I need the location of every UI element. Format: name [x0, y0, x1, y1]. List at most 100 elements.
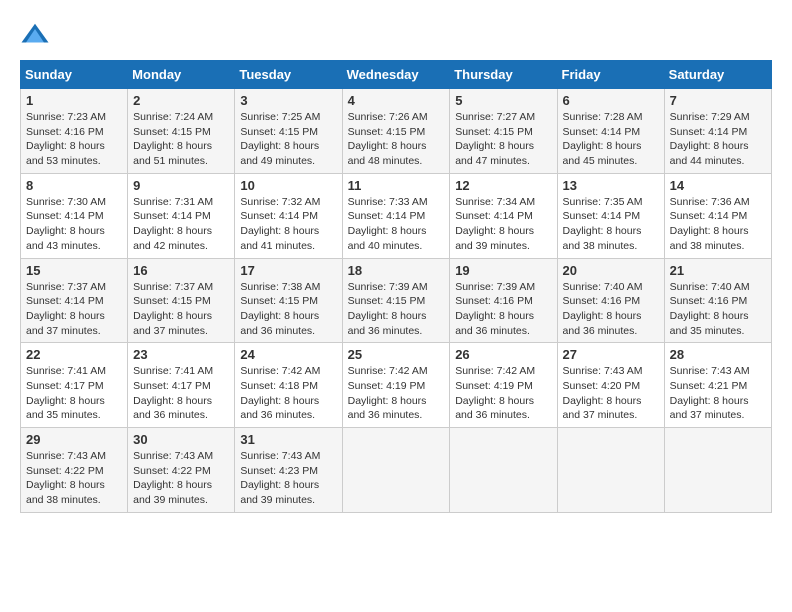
day-detail: Sunrise: 7:41 AMSunset: 4:17 PMDaylight:… — [26, 365, 106, 421]
calendar-cell: 8 Sunrise: 7:30 AMSunset: 4:14 PMDayligh… — [21, 173, 128, 258]
day-detail: Sunrise: 7:42 AMSunset: 4:19 PMDaylight:… — [455, 365, 535, 421]
weekday-header-sunday: Sunday — [21, 61, 128, 89]
calendar-cell: 16 Sunrise: 7:37 AMSunset: 4:15 PMDaylig… — [128, 258, 235, 343]
day-detail: Sunrise: 7:24 AMSunset: 4:15 PMDaylight:… — [133, 111, 213, 167]
calendar-cell: 27 Sunrise: 7:43 AMSunset: 4:20 PMDaylig… — [557, 343, 664, 428]
day-number: 30 — [133, 432, 229, 447]
calendar-table: SundayMondayTuesdayWednesdayThursdayFrid… — [20, 60, 772, 513]
calendar-cell: 11 Sunrise: 7:33 AMSunset: 4:14 PMDaylig… — [342, 173, 450, 258]
calendar-cell: 13 Sunrise: 7:35 AMSunset: 4:14 PMDaylig… — [557, 173, 664, 258]
calendar-cell: 14 Sunrise: 7:36 AMSunset: 4:14 PMDaylig… — [664, 173, 771, 258]
calendar-cell: 25 Sunrise: 7:42 AMSunset: 4:19 PMDaylig… — [342, 343, 450, 428]
calendar-cell: 21 Sunrise: 7:40 AMSunset: 4:16 PMDaylig… — [664, 258, 771, 343]
day-number: 31 — [240, 432, 336, 447]
day-number: 2 — [133, 93, 229, 108]
day-number: 18 — [348, 263, 445, 278]
calendar-cell: 2 Sunrise: 7:24 AMSunset: 4:15 PMDayligh… — [128, 89, 235, 174]
day-detail: Sunrise: 7:23 AMSunset: 4:16 PMDaylight:… — [26, 111, 106, 167]
day-number: 8 — [26, 178, 122, 193]
day-detail: Sunrise: 7:43 AMSunset: 4:20 PMDaylight:… — [563, 365, 643, 421]
day-number: 23 — [133, 347, 229, 362]
calendar-cell: 30 Sunrise: 7:43 AMSunset: 4:22 PMDaylig… — [128, 428, 235, 513]
day-detail: Sunrise: 7:31 AMSunset: 4:14 PMDaylight:… — [133, 196, 213, 252]
day-detail: Sunrise: 7:34 AMSunset: 4:14 PMDaylight:… — [455, 196, 535, 252]
calendar-cell: 4 Sunrise: 7:26 AMSunset: 4:15 PMDayligh… — [342, 89, 450, 174]
day-number: 3 — [240, 93, 336, 108]
day-detail: Sunrise: 7:33 AMSunset: 4:14 PMDaylight:… — [348, 196, 428, 252]
calendar-cell: 17 Sunrise: 7:38 AMSunset: 4:15 PMDaylig… — [235, 258, 342, 343]
day-number: 24 — [240, 347, 336, 362]
weekday-header-monday: Monday — [128, 61, 235, 89]
day-number: 22 — [26, 347, 122, 362]
day-number: 4 — [348, 93, 445, 108]
day-number: 17 — [240, 263, 336, 278]
day-number: 5 — [455, 93, 551, 108]
day-detail: Sunrise: 7:42 AMSunset: 4:19 PMDaylight:… — [348, 365, 428, 421]
day-number: 19 — [455, 263, 551, 278]
day-detail: Sunrise: 7:40 AMSunset: 4:16 PMDaylight:… — [563, 281, 643, 337]
calendar-cell: 18 Sunrise: 7:39 AMSunset: 4:15 PMDaylig… — [342, 258, 450, 343]
day-detail: Sunrise: 7:42 AMSunset: 4:18 PMDaylight:… — [240, 365, 320, 421]
day-number: 10 — [240, 178, 336, 193]
day-detail: Sunrise: 7:29 AMSunset: 4:14 PMDaylight:… — [670, 111, 750, 167]
day-number: 26 — [455, 347, 551, 362]
weekday-header-thursday: Thursday — [450, 61, 557, 89]
day-number: 7 — [670, 93, 766, 108]
calendar-cell: 15 Sunrise: 7:37 AMSunset: 4:14 PMDaylig… — [21, 258, 128, 343]
page-header — [20, 20, 772, 50]
calendar-cell: 31 Sunrise: 7:43 AMSunset: 4:23 PMDaylig… — [235, 428, 342, 513]
calendar-cell: 28 Sunrise: 7:43 AMSunset: 4:21 PMDaylig… — [664, 343, 771, 428]
calendar-cell: 6 Sunrise: 7:28 AMSunset: 4:14 PMDayligh… — [557, 89, 664, 174]
calendar-cell — [557, 428, 664, 513]
calendar-cell — [664, 428, 771, 513]
calendar-cell: 7 Sunrise: 7:29 AMSunset: 4:14 PMDayligh… — [664, 89, 771, 174]
weekday-header-friday: Friday — [557, 61, 664, 89]
day-detail: Sunrise: 7:43 AMSunset: 4:22 PMDaylight:… — [26, 450, 106, 506]
calendar-cell — [342, 428, 450, 513]
calendar-cell: 24 Sunrise: 7:42 AMSunset: 4:18 PMDaylig… — [235, 343, 342, 428]
calendar-cell: 10 Sunrise: 7:32 AMSunset: 4:14 PMDaylig… — [235, 173, 342, 258]
day-number: 14 — [670, 178, 766, 193]
calendar-cell: 5 Sunrise: 7:27 AMSunset: 4:15 PMDayligh… — [450, 89, 557, 174]
day-number: 15 — [26, 263, 122, 278]
calendar-cell: 12 Sunrise: 7:34 AMSunset: 4:14 PMDaylig… — [450, 173, 557, 258]
day-detail: Sunrise: 7:32 AMSunset: 4:14 PMDaylight:… — [240, 196, 320, 252]
day-detail: Sunrise: 7:43 AMSunset: 4:23 PMDaylight:… — [240, 450, 320, 506]
day-detail: Sunrise: 7:40 AMSunset: 4:16 PMDaylight:… — [670, 281, 750, 337]
day-detail: Sunrise: 7:39 AMSunset: 4:15 PMDaylight:… — [348, 281, 428, 337]
day-number: 20 — [563, 263, 659, 278]
day-detail: Sunrise: 7:43 AMSunset: 4:22 PMDaylight:… — [133, 450, 213, 506]
calendar-week-row: 15 Sunrise: 7:37 AMSunset: 4:14 PMDaylig… — [21, 258, 772, 343]
day-detail: Sunrise: 7:30 AMSunset: 4:14 PMDaylight:… — [26, 196, 106, 252]
day-number: 9 — [133, 178, 229, 193]
day-detail: Sunrise: 7:27 AMSunset: 4:15 PMDaylight:… — [455, 111, 535, 167]
day-detail: Sunrise: 7:26 AMSunset: 4:15 PMDaylight:… — [348, 111, 428, 167]
day-number: 27 — [563, 347, 659, 362]
day-number: 25 — [348, 347, 445, 362]
day-number: 13 — [563, 178, 659, 193]
day-number: 6 — [563, 93, 659, 108]
calendar-cell — [450, 428, 557, 513]
calendar-week-row: 22 Sunrise: 7:41 AMSunset: 4:17 PMDaylig… — [21, 343, 772, 428]
calendar-cell: 26 Sunrise: 7:42 AMSunset: 4:19 PMDaylig… — [450, 343, 557, 428]
day-detail: Sunrise: 7:39 AMSunset: 4:16 PMDaylight:… — [455, 281, 535, 337]
weekday-header-wednesday: Wednesday — [342, 61, 450, 89]
day-number: 16 — [133, 263, 229, 278]
calendar-cell: 1 Sunrise: 7:23 AMSunset: 4:16 PMDayligh… — [21, 89, 128, 174]
day-detail: Sunrise: 7:41 AMSunset: 4:17 PMDaylight:… — [133, 365, 213, 421]
calendar-week-row: 8 Sunrise: 7:30 AMSunset: 4:14 PMDayligh… — [21, 173, 772, 258]
calendar-cell: 29 Sunrise: 7:43 AMSunset: 4:22 PMDaylig… — [21, 428, 128, 513]
logo-icon — [20, 20, 50, 50]
day-number: 1 — [26, 93, 122, 108]
day-detail: Sunrise: 7:28 AMSunset: 4:14 PMDaylight:… — [563, 111, 643, 167]
weekday-header-row: SundayMondayTuesdayWednesdayThursdayFrid… — [21, 61, 772, 89]
calendar-cell: 23 Sunrise: 7:41 AMSunset: 4:17 PMDaylig… — [128, 343, 235, 428]
calendar-cell: 3 Sunrise: 7:25 AMSunset: 4:15 PMDayligh… — [235, 89, 342, 174]
logo — [20, 20, 54, 50]
day-detail: Sunrise: 7:37 AMSunset: 4:14 PMDaylight:… — [26, 281, 106, 337]
day-detail: Sunrise: 7:36 AMSunset: 4:14 PMDaylight:… — [670, 196, 750, 252]
calendar-cell: 9 Sunrise: 7:31 AMSunset: 4:14 PMDayligh… — [128, 173, 235, 258]
calendar-cell: 19 Sunrise: 7:39 AMSunset: 4:16 PMDaylig… — [450, 258, 557, 343]
day-number: 21 — [670, 263, 766, 278]
day-detail: Sunrise: 7:43 AMSunset: 4:21 PMDaylight:… — [670, 365, 750, 421]
